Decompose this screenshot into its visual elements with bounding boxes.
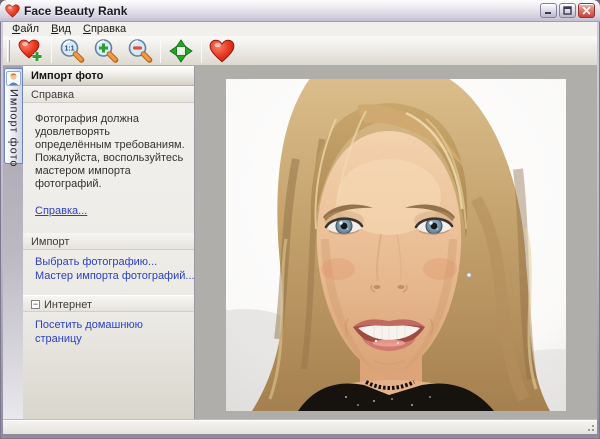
minimize-icon xyxy=(545,12,551,14)
menu-file[interactable]: Файл xyxy=(6,22,45,36)
toolbar-separator xyxy=(51,38,52,63)
tab-strip: Импорт фото xyxy=(3,66,23,419)
minimize-button[interactable] xyxy=(540,3,557,18)
rank-button[interactable] xyxy=(205,37,239,65)
toolbar: 1:1 xyxy=(3,36,597,66)
content-area: Импорт фото Импорт фото Справка Фотограф… xyxy=(3,66,597,419)
section-title: Интернет xyxy=(44,298,92,311)
menu-help[interactable]: Справка xyxy=(77,22,132,36)
heart-icon xyxy=(5,3,20,18)
toolbar-separator xyxy=(201,38,202,63)
magnifier-minus-icon xyxy=(128,38,153,63)
portrait-photo xyxy=(226,79,566,411)
green-arrows-icon xyxy=(169,38,193,63)
section-title: Импорт xyxy=(31,236,70,248)
zoom-out-button[interactable] xyxy=(123,37,157,65)
maximize-icon xyxy=(563,6,572,15)
toolbar-separator xyxy=(160,38,161,63)
photo-canvas xyxy=(195,66,597,419)
magnifier-1to1-icon: 1:1 xyxy=(60,38,85,63)
import-links: Выбрать фотографию... Мастер импорта фот… xyxy=(23,250,195,295)
zoom-actual-button[interactable]: 1:1 xyxy=(55,37,89,65)
section-header-help: Справка xyxy=(23,86,194,103)
section-title: Справка xyxy=(31,89,75,101)
help-text-line: Фотография должна удовлетворять определё… xyxy=(35,113,185,151)
resize-grip[interactable] xyxy=(584,421,596,433)
close-button[interactable] xyxy=(578,3,595,18)
tab-label: Импорт фото xyxy=(7,89,20,168)
svg-text:1:1: 1:1 xyxy=(64,45,74,52)
person-icon xyxy=(6,71,21,86)
menu-view[interactable]: Вид xyxy=(45,22,77,36)
tab-import-photo[interactable]: Импорт фото xyxy=(4,68,23,168)
choose-photo-link[interactable]: Выбрать фотографию... xyxy=(35,255,188,269)
import-wizard-link[interactable]: Мастер импорта фотографий... xyxy=(35,269,195,283)
help-text-line: Пожалуйста, воспользуйтесь мастером импо… xyxy=(35,152,184,190)
section-header-import: Импорт xyxy=(23,233,194,250)
internet-links: Посетить домашнюю страницу xyxy=(23,312,194,346)
magnifier-plus-icon xyxy=(94,38,119,63)
toolbar-gripper[interactable] xyxy=(7,39,10,62)
section-header-internet: − Интернет xyxy=(23,295,194,312)
menu-bar: Файл Вид Справка xyxy=(3,22,597,36)
panel-title: Импорт фото xyxy=(23,66,194,86)
maximize-button[interactable] xyxy=(559,3,576,18)
client-area: Файл Вид Справка 1:1 Импорт фото Импорт … xyxy=(3,22,597,434)
homepage-link[interactable]: Посетить домашнюю страницу xyxy=(35,319,143,345)
heart-plus-icon xyxy=(18,39,42,61)
window-title: Face Beauty Rank xyxy=(24,3,128,18)
zoom-in-button[interactable] xyxy=(89,37,123,65)
app-window: Face Beauty Rank Файл Вид Справка 1:1 Им… xyxy=(0,0,600,439)
help-link[interactable]: Справка... xyxy=(35,205,194,217)
portrait-image xyxy=(226,79,566,411)
collapse-minus-icon[interactable]: − xyxy=(31,300,40,309)
fit-view-button[interactable] xyxy=(164,37,198,65)
status-bar xyxy=(3,419,597,434)
help-text: Фотография должна удовлетворять определё… xyxy=(23,103,194,191)
close-icon xyxy=(582,6,591,15)
heart-icon xyxy=(209,39,235,62)
side-panel: Импорт фото Справка Фотография должна уд… xyxy=(23,66,195,419)
add-photo-button[interactable] xyxy=(14,37,48,65)
title-bar: Face Beauty Rank xyxy=(0,0,600,22)
